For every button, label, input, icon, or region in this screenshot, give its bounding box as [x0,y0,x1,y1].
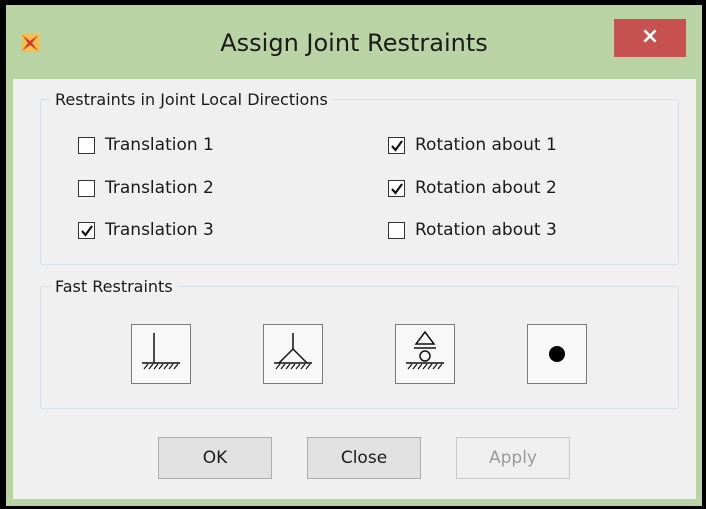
free-joint-button[interactable] [527,324,587,384]
fixed-support-icon [142,333,180,370]
checkbox-box[interactable] [78,136,95,154]
roller-support-icon [406,330,444,370]
checkbox-translation-1[interactable]: Translation 1 [78,135,214,155]
checkbox-box[interactable] [78,221,95,239]
close-window-button[interactable]: × [614,19,686,57]
dialog-client-area: Restraints in Joint Local Directions Tra… [13,79,696,499]
checkbox-rotation-3[interactable]: Rotation about 3 [388,220,557,240]
close-button[interactable]: Close [307,437,421,479]
checkbox-translation-2[interactable]: Translation 2 [78,178,214,198]
roller-support-button[interactable] [395,324,455,384]
checkbox-box[interactable] [388,221,405,239]
checkbox-label: Rotation about 1 [415,135,557,155]
checkbox-rotation-1[interactable]: Rotation about 1 [388,135,557,155]
pinned-support-icon [274,333,312,370]
checkbox-label: Rotation about 3 [415,220,557,240]
checkbox-rotation-2[interactable]: Rotation about 2 [388,178,557,198]
checkmark-icon [391,139,403,152]
fast-restraints-group: Fast Restraints [40,277,679,409]
restraints-local-directions-group: Restraints in Joint Local Directions Tra… [40,90,679,265]
title-bar[interactable]: Assign Joint Restraints × [6,5,702,79]
window-title: Assign Joint Restraints [220,29,488,57]
group-legend: Restraints in Joint Local Directions [51,90,332,109]
ok-button[interactable]: OK [158,437,272,479]
fixed-support-button[interactable] [131,324,191,384]
checkbox-label: Rotation about 2 [415,178,557,198]
checkbox-box[interactable] [388,136,405,154]
checkmark-icon [81,224,93,237]
apply-button[interactable]: Apply [456,437,570,479]
group-legend: Fast Restraints [51,277,177,296]
checkbox-translation-3[interactable]: Translation 3 [78,220,214,240]
checkbox-box[interactable] [78,179,95,197]
free-joint-icon [549,346,565,362]
pinned-support-button[interactable] [263,324,323,384]
checkbox-label: Translation 3 [105,220,214,240]
checkbox-label: Translation 1 [105,135,214,155]
checkbox-label: Translation 2 [105,178,214,198]
checkbox-box[interactable] [388,179,405,197]
close-icon: × [640,24,660,49]
dialog-window: Assign Joint Restraints × Restraints in … [6,5,702,506]
checkmark-icon [391,182,403,195]
